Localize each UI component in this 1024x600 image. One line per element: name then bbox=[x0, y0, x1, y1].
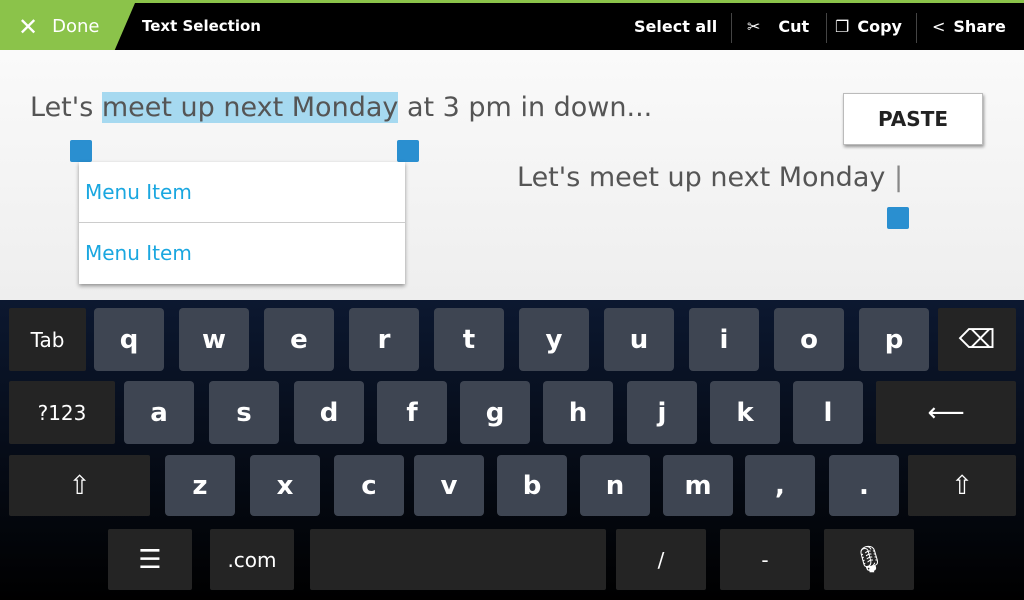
backspace-key[interactable]: ⌫ bbox=[938, 308, 1016, 371]
key-v[interactable]: v bbox=[414, 455, 484, 516]
paste-button[interactable]: PASTE bbox=[843, 93, 983, 145]
key-y[interactable]: y bbox=[519, 308, 589, 371]
key-x[interactable]: x bbox=[250, 455, 320, 516]
copy-button[interactable]: ❐ Copy bbox=[835, 17, 902, 36]
key-,[interactable]: , bbox=[745, 455, 815, 516]
select-all-button[interactable]: Select all bbox=[634, 17, 717, 36]
enter-key[interactable]: ⟵ bbox=[876, 381, 1016, 444]
action-bar: ✕ Done Text Selection Select all ✂ Cut ❐ C… bbox=[0, 0, 1024, 50]
key-u[interactable]: u bbox=[604, 308, 674, 371]
key-m[interactable]: m bbox=[663, 455, 733, 516]
selected-text[interactable]: meet up next Monday bbox=[101, 92, 399, 123]
key-h[interactable]: h bbox=[543, 381, 613, 444]
shift-key[interactable]: ⇧ bbox=[908, 455, 1016, 516]
menu-item[interactable]: Menu Item bbox=[79, 162, 405, 222]
key-w[interactable]: w bbox=[179, 308, 249, 371]
mic-key[interactable]: 🎙 bbox=[824, 529, 914, 590]
done-button[interactable]: ✕ Done bbox=[0, 3, 135, 50]
key-r[interactable]: r bbox=[349, 308, 419, 371]
divider bbox=[916, 13, 917, 43]
key-j[interactable]: j bbox=[627, 381, 697, 444]
page-title: Text Selection bbox=[142, 17, 261, 35]
key-s[interactable]: s bbox=[209, 381, 279, 444]
scissors-icon: ✂ bbox=[747, 17, 761, 36]
cursor-handle[interactable] bbox=[887, 207, 909, 229]
cut-button[interactable]: ✂ Cut bbox=[747, 17, 809, 36]
key-f[interactable]: f bbox=[377, 381, 447, 444]
key-/[interactable]: / bbox=[616, 529, 706, 590]
copy-icon: ❐ bbox=[835, 17, 850, 36]
key-k[interactable]: k bbox=[710, 381, 780, 444]
shift-key[interactable]: ⇧ bbox=[9, 455, 150, 516]
key-l[interactable]: l bbox=[793, 381, 863, 444]
settings-icon: ☰ bbox=[138, 544, 162, 575]
cursor: | bbox=[893, 162, 904, 193]
selection-handle-right[interactable] bbox=[397, 140, 419, 162]
content-area: Let's meet up next Monday at 3 pm in dow… bbox=[0, 50, 1024, 300]
backspace-icon: ⌫ bbox=[958, 324, 996, 355]
keyboard: Tab q w e r t y u i o p ⌫ ?123 a s d f g h j k l ⟵ ⇧ z x c v b n m,. ⇧ ☰… bbox=[0, 300, 1024, 600]
selection-handle-left[interactable] bbox=[70, 140, 92, 162]
text-field[interactable]: Let's meet up next Monday | bbox=[517, 162, 903, 193]
context-menu: Menu Item Menu Item bbox=[79, 162, 405, 284]
key-e[interactable]: e bbox=[264, 308, 334, 371]
space-key[interactable] bbox=[310, 529, 606, 590]
key-b[interactable]: b bbox=[497, 455, 567, 516]
enter-icon: ⟵ bbox=[927, 397, 965, 428]
key-n[interactable]: n bbox=[580, 455, 650, 516]
key-Tab[interactable]: Tab bbox=[9, 308, 86, 371]
shift-icon: ⇧ bbox=[951, 470, 973, 501]
menu-item[interactable]: Menu Item bbox=[79, 222, 405, 282]
key-z[interactable]: z bbox=[165, 455, 235, 516]
close-icon: ✕ bbox=[18, 12, 39, 41]
text-line[interactable]: Let's meet up next Monday at 3 pm in dow… bbox=[30, 92, 652, 123]
divider bbox=[731, 13, 732, 43]
key--[interactable]: - bbox=[720, 529, 810, 590]
key-c[interactable]: c bbox=[334, 455, 404, 516]
key-a[interactable]: a bbox=[124, 381, 194, 444]
key-i[interactable]: i bbox=[689, 308, 759, 371]
key-.[interactable]: . bbox=[829, 455, 899, 516]
settings-key[interactable]: ☰ bbox=[108, 529, 192, 590]
key-t[interactable]: t bbox=[434, 308, 504, 371]
key-q[interactable]: q bbox=[94, 308, 164, 371]
key-g[interactable]: g bbox=[460, 381, 530, 444]
key-.com[interactable]: .com bbox=[210, 529, 294, 590]
share-icon: < bbox=[932, 17, 946, 36]
mic-icon: 🎙 bbox=[852, 544, 886, 575]
key-?123[interactable]: ?123 bbox=[9, 381, 115, 444]
key-d[interactable]: d bbox=[294, 381, 364, 444]
share-button[interactable]: < Share bbox=[932, 17, 1006, 36]
key-o[interactable]: o bbox=[774, 308, 844, 371]
divider bbox=[826, 13, 827, 43]
shift-icon: ⇧ bbox=[68, 470, 91, 501]
key-p[interactable]: p bbox=[859, 308, 929, 371]
